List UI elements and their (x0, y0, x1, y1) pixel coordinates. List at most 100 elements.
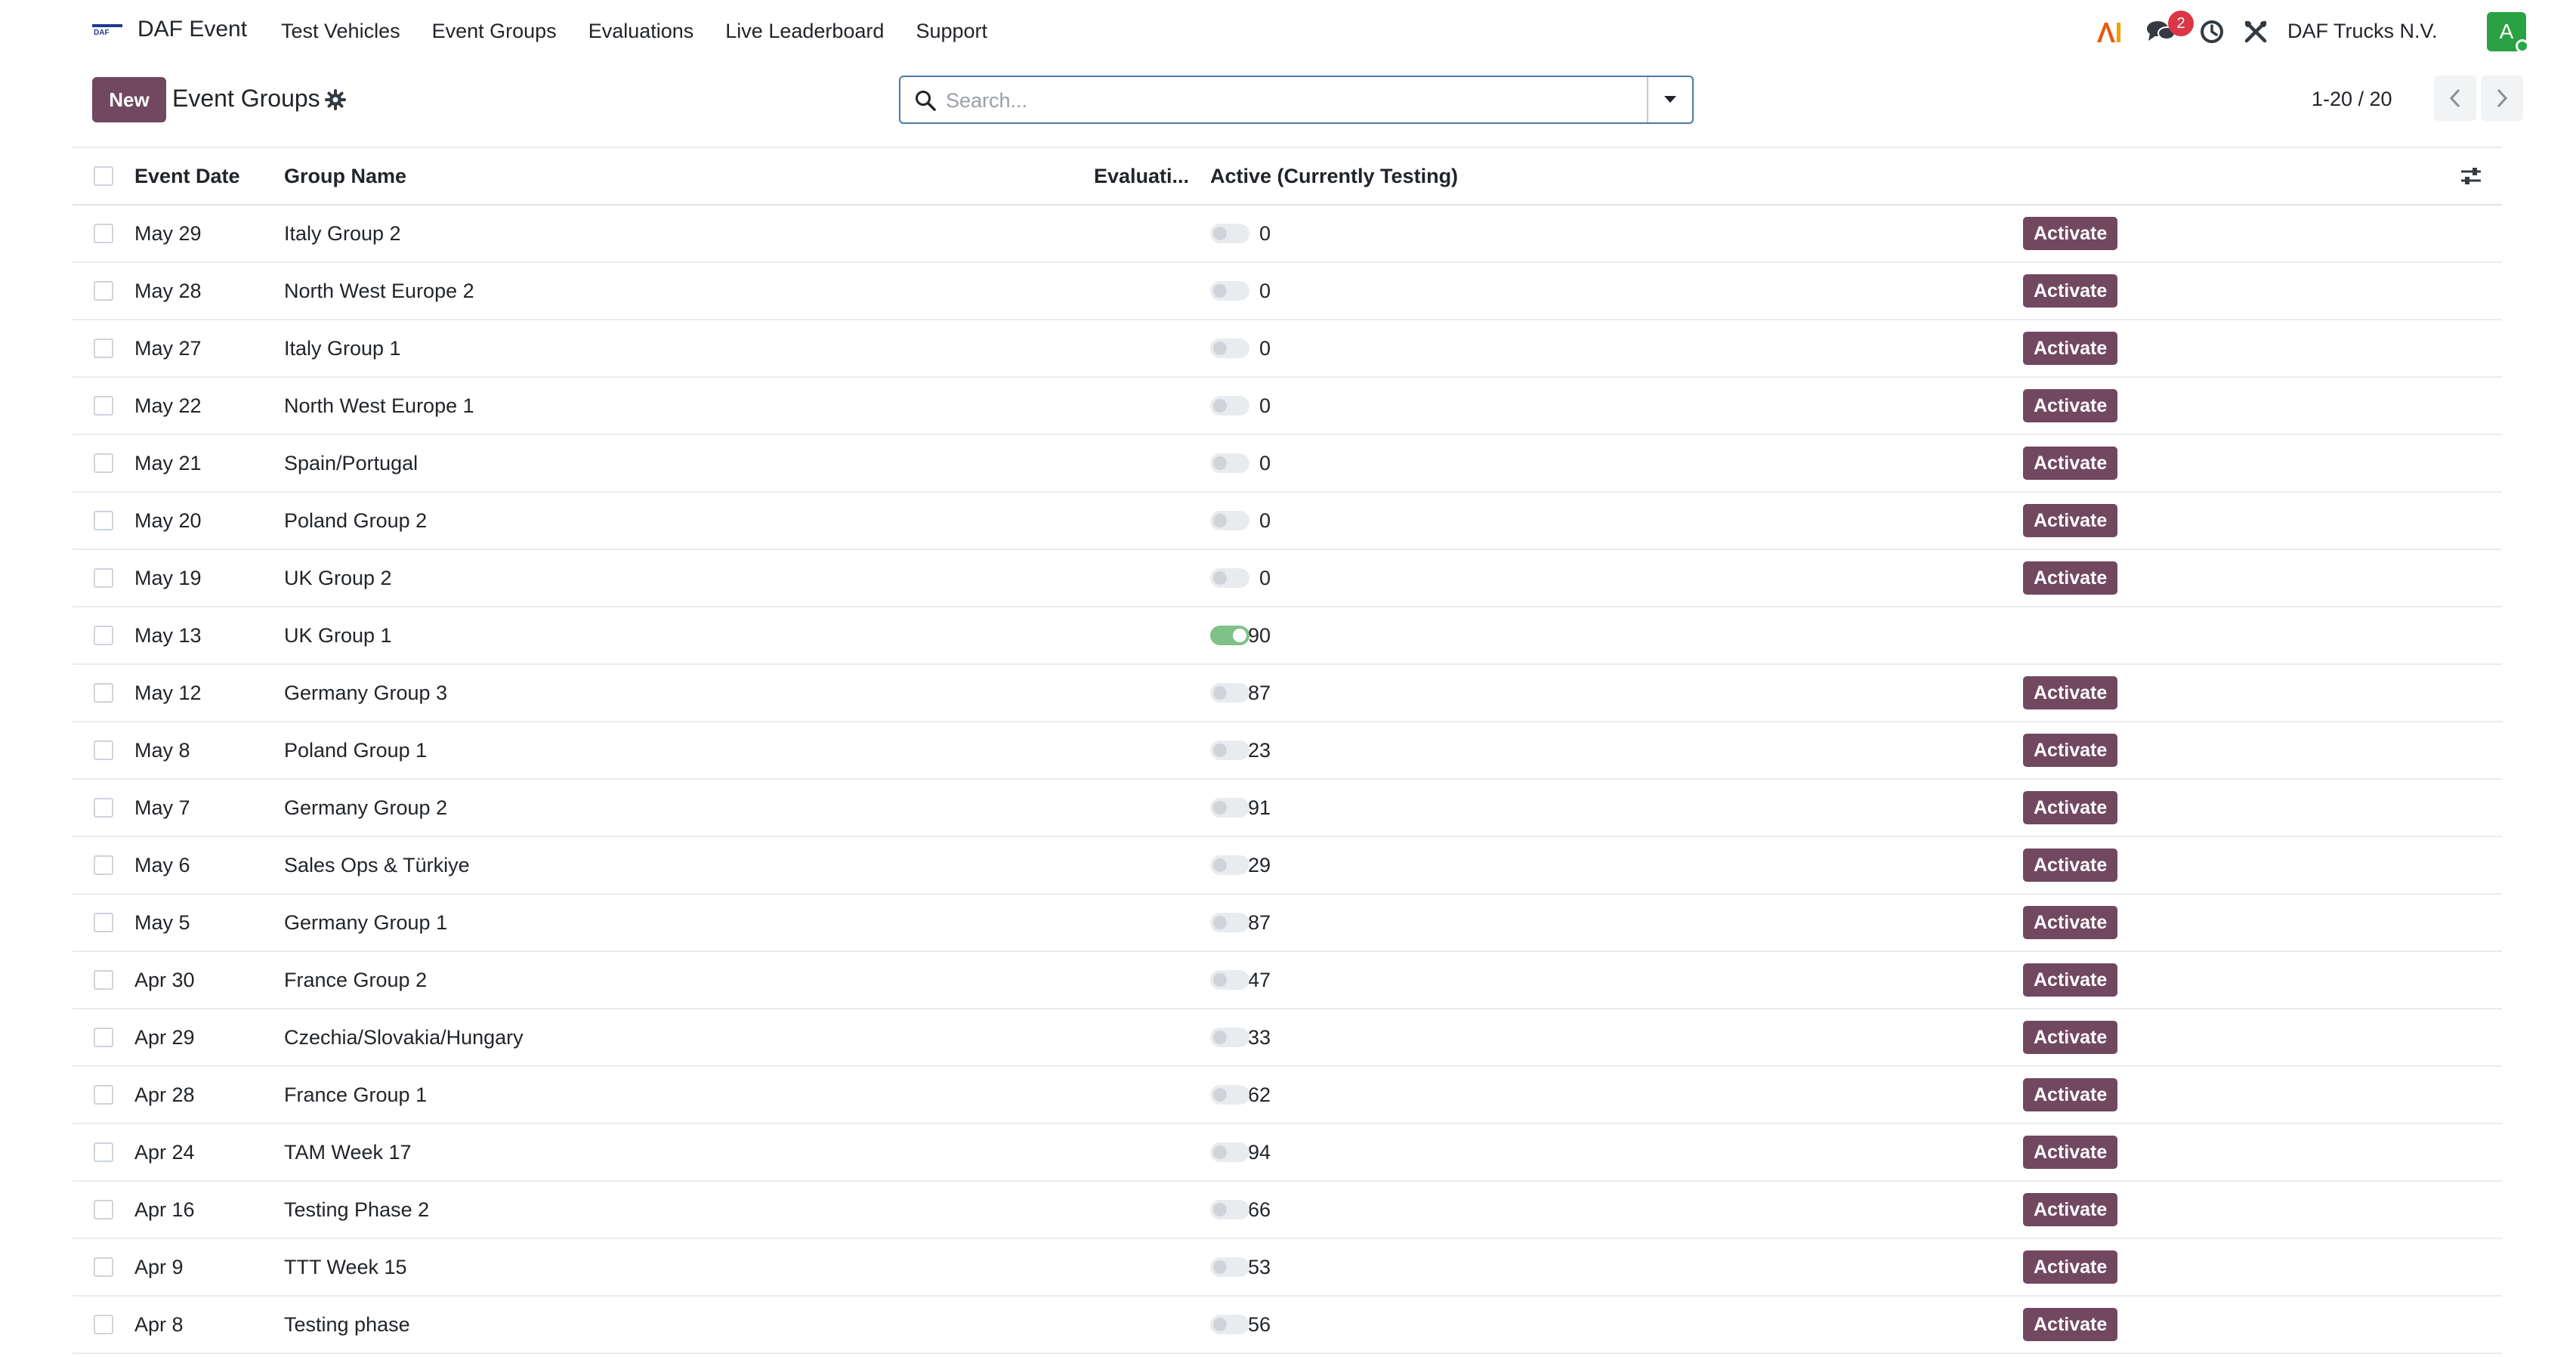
row-checkbox[interactable] (94, 683, 113, 703)
active-toggle[interactable] (1210, 1085, 1249, 1105)
table-row[interactable]: May 20 Poland Group 2 0 Activate (73, 493, 2502, 550)
activate-button[interactable]: Activate (2023, 1193, 2118, 1226)
activate-button[interactable]: Activate (2023, 504, 2118, 537)
daf-logo-icon[interactable]: DAF (92, 24, 122, 36)
row-checkbox[interactable] (94, 568, 113, 588)
table-row[interactable]: Apr 24 TAM Week 17 394 Activate (73, 1124, 2502, 1182)
table-row[interactable]: May 21 Spain/Portugal 0 Activate (73, 435, 2502, 493)
row-checkbox[interactable] (94, 338, 113, 358)
activate-button[interactable]: Activate (2023, 332, 2118, 365)
column-header-event-date[interactable]: Event Date (134, 148, 240, 204)
activate-button[interactable]: Activate (2023, 1136, 2118, 1169)
table-row[interactable]: May 5 Germany Group 1 387 Activate (73, 895, 2502, 952)
table-row[interactable]: May 13 UK Group 1 290 (73, 607, 2502, 665)
active-toggle[interactable] (1210, 970, 1249, 990)
row-checkbox[interactable] (94, 1257, 113, 1277)
table-row[interactable]: May 19 UK Group 2 0 Activate (73, 550, 2502, 607)
row-checkbox[interactable] (94, 396, 113, 416)
table-row[interactable]: Apr 9 TTT Week 15 253 Activate (73, 1239, 2502, 1297)
table-row[interactable]: Apr 30 France Group 2 247 Activate (73, 952, 2502, 1009)
row-checkbox[interactable] (94, 740, 113, 760)
gear-icon[interactable] (325, 89, 346, 110)
nav-item-live-leaderboard[interactable]: Live Leaderboard (725, 20, 884, 43)
table-row[interactable]: Apr 29 Czechia/Slovakia/Hungary 433 Activat… (73, 1009, 2502, 1067)
ai-assistant-icon[interactable] (2094, 18, 2124, 45)
nav-item-test-vehicles[interactable]: Test Vehicles (281, 20, 400, 43)
new-button[interactable]: New (92, 77, 166, 122)
table-row[interactable]: Apr 16 Testing Phase 2 66 Activate (73, 1182, 2502, 1239)
row-checkbox[interactable] (94, 453, 113, 473)
table-row[interactable]: May 29 Italy Group 2 0 Activate (73, 206, 2502, 263)
activate-button[interactable]: Activate (2023, 734, 2118, 767)
pager-value[interactable]: 1-20 / 20 (2312, 88, 2392, 111)
active-toggle[interactable] (1210, 1200, 1249, 1219)
row-checkbox[interactable] (94, 798, 113, 818)
row-checkbox[interactable] (94, 1315, 113, 1334)
nav-item-support[interactable]: Support (916, 20, 987, 43)
column-header-active[interactable]: Active (Currently Testing) (1210, 148, 1458, 204)
active-toggle[interactable] (1210, 224, 1249, 243)
row-checkbox[interactable] (94, 1085, 113, 1105)
pager-previous-button[interactable] (2434, 76, 2476, 121)
active-toggle[interactable] (1210, 626, 1249, 645)
activate-button[interactable]: Activate (2023, 906, 2118, 939)
active-toggle[interactable] (1210, 453, 1249, 473)
activity-clock-icon[interactable] (2198, 18, 2225, 45)
row-checkbox[interactable] (94, 855, 113, 875)
table-row[interactable]: Apr 28 France Group 1 262 Activate (73, 1067, 2502, 1124)
active-toggle[interactable] (1210, 913, 1249, 932)
row-checkbox[interactable] (94, 913, 113, 932)
activate-button[interactable]: Activate (2023, 1021, 2118, 1054)
table-row[interactable]: May 6 Sales Ops & Türkiye 329 Activate (73, 837, 2502, 895)
active-toggle[interactable] (1210, 396, 1249, 416)
table-row[interactable]: Apr 8 Testing phase 56 Activate (73, 1297, 2502, 1354)
row-checkbox[interactable] (94, 1142, 113, 1162)
search-input[interactable] (946, 86, 1626, 115)
activate-button[interactable]: Activate (2023, 447, 2118, 480)
company-switcher[interactable]: DAF Trucks N.V. (2287, 20, 2438, 43)
row-checkbox[interactable] (94, 281, 113, 301)
active-toggle[interactable] (1210, 1142, 1249, 1162)
activate-button[interactable]: Activate (2023, 1078, 2118, 1111)
table-row[interactable]: May 22 North West Europe 1 0 Activate (73, 378, 2502, 435)
activate-button[interactable]: Activate (2023, 1308, 2118, 1341)
activate-button[interactable]: Activate (2023, 849, 2118, 882)
column-header-group-name[interactable]: Group Name (284, 148, 406, 204)
activate-button[interactable]: Activate (2023, 217, 2118, 250)
activate-button[interactable]: Activate (2023, 274, 2118, 308)
row-checkbox[interactable] (94, 1028, 113, 1047)
activate-button[interactable]: Activate (2023, 963, 2118, 997)
table-row[interactable]: May 27 Italy Group 1 0 Activate (73, 320, 2502, 378)
active-toggle[interactable] (1210, 740, 1249, 760)
row-checkbox[interactable] (94, 626, 113, 645)
table-row[interactable]: May 7 Germany Group 2 391 Activate (73, 780, 2502, 837)
activate-button[interactable]: Activate (2023, 1250, 2118, 1284)
nav-item-evaluations[interactable]: Evaluations (588, 20, 694, 43)
activate-button[interactable]: Activate (2023, 561, 2118, 595)
search-options-toggle[interactable] (1648, 77, 1692, 122)
row-checkbox[interactable] (94, 224, 113, 243)
active-toggle[interactable] (1210, 511, 1249, 530)
active-toggle[interactable] (1210, 1315, 1249, 1334)
activate-button[interactable]: Activate (2023, 676, 2118, 709)
active-toggle[interactable] (1210, 568, 1249, 588)
table-row[interactable]: May 12 Germany Group 3 587 Activate (73, 665, 2502, 722)
debug-tools-icon[interactable] (2242, 18, 2269, 45)
row-checkbox[interactable] (94, 970, 113, 990)
optional-columns-toggle[interactable] (2460, 148, 2482, 204)
active-toggle[interactable] (1210, 281, 1249, 301)
activate-button[interactable]: Activate (2023, 791, 2118, 824)
select-all-checkbox[interactable] (94, 166, 113, 186)
pager-next-button[interactable] (2481, 76, 2523, 121)
active-toggle[interactable] (1210, 1028, 1249, 1047)
brand-name[interactable]: DAF Event (137, 17, 247, 42)
nav-item-event-groups[interactable]: Event Groups (432, 20, 557, 43)
active-toggle[interactable] (1210, 683, 1249, 703)
activate-button[interactable]: Activate (2023, 389, 2118, 422)
table-row[interactable]: May 8 Poland Group 1 223 Activate (73, 722, 2502, 780)
active-toggle[interactable] (1210, 798, 1249, 818)
active-toggle[interactable] (1210, 1257, 1249, 1277)
row-checkbox[interactable] (94, 1200, 113, 1219)
active-toggle[interactable] (1210, 338, 1249, 358)
active-toggle[interactable] (1210, 855, 1249, 875)
